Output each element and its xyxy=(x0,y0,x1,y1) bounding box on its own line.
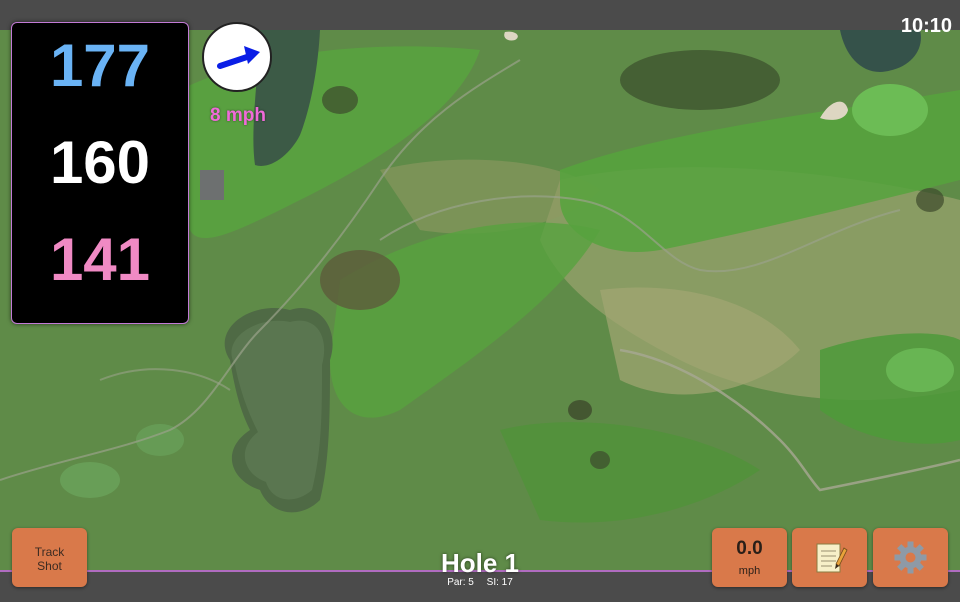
back-yardage: 177 xyxy=(49,32,151,99)
wind-indicator[interactable] xyxy=(202,22,272,92)
track-shot-button[interactable]: Track Shot xyxy=(12,528,87,587)
settings-button[interactable] xyxy=(873,528,948,587)
speed-unit: mph xyxy=(738,565,761,577)
clock: 10:10 xyxy=(900,15,952,37)
track-shot-label-1: Track xyxy=(34,545,65,559)
speed-button[interactable]: 0.0 mph xyxy=(712,528,787,587)
speed-value: 0.0 xyxy=(736,538,763,559)
track-shot-label-2: Shot xyxy=(37,559,62,573)
wind-speed: 8 mph xyxy=(210,105,266,126)
notes-button[interactable] xyxy=(792,528,867,587)
notepad-icon xyxy=(816,543,848,573)
hole-par: Par: 5 xyxy=(447,577,474,588)
hole-si: SI: 17 xyxy=(486,577,513,588)
middle-yardage: 160 xyxy=(49,129,151,196)
yardage-panel: 177 160 141 xyxy=(11,22,189,324)
front-yardage: 141 xyxy=(49,226,151,293)
wind-arrow-icon xyxy=(217,46,260,69)
gear-icon xyxy=(894,541,927,574)
hole-info: Par: 5 SI: 17 xyxy=(380,577,580,588)
hole-title: Hole 1 xyxy=(440,548,520,578)
